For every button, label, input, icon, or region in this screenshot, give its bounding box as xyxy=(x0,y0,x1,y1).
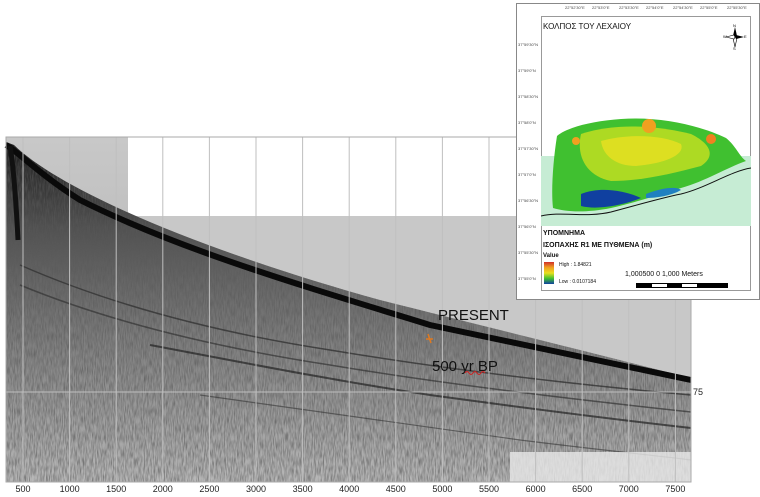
x-tick-label: 5500 xyxy=(479,484,499,494)
map-lat-label: 37°57'30"N xyxy=(518,146,539,151)
north-arrow-icon: N S W E xyxy=(723,24,747,50)
map-lat-label: 37°59'30"N xyxy=(518,42,539,47)
annotation-present: PRESENT xyxy=(438,307,509,324)
right-axis-label: 75 xyxy=(693,387,703,397)
legend-color-ramp xyxy=(544,262,554,284)
x-tick-label: 6000 xyxy=(526,484,546,494)
x-tick-label: 500 xyxy=(15,484,30,494)
isopach-peak-3 xyxy=(572,137,580,145)
map-lat-label: 37°58'0"N xyxy=(518,120,536,125)
map-lat-label: 37°59'0"N xyxy=(518,68,536,73)
map-lat-label: 37°56'0"N xyxy=(518,224,536,229)
x-tick-label: 3500 xyxy=(293,484,313,494)
map-lon-label: 22°55'0"E xyxy=(700,5,718,10)
legend-high: High : 1.84821 xyxy=(559,262,592,268)
x-tick-label: 1500 xyxy=(106,484,126,494)
compass-n: N xyxy=(733,24,736,28)
legend-layer-name: ΙΣΟΠΑΧΗΣ R1 ΜΕ ΠΥΘΜΕΝΑ (m) xyxy=(543,242,653,249)
map-lon-label: 22°52'30"E xyxy=(565,5,585,10)
map-lon-label: 22°54'30"E xyxy=(673,5,693,10)
x-tick-label: 7500 xyxy=(665,484,685,494)
isopach-peak-2 xyxy=(706,134,716,144)
map-lat-label: 37°58'30"N xyxy=(518,94,539,99)
legend-title: ΥΠΟΜΝΗΜΑ xyxy=(543,230,585,237)
scale-bar-labels: 1,000500 0 1,000 Meters xyxy=(625,271,703,278)
map-lat-label: 37°57'0"N xyxy=(518,172,536,177)
map-title: ΚΟΛΠΟΣ ΤΟΥ ΛΕΧΑΙΟΥ xyxy=(543,22,632,31)
map-graphic xyxy=(541,118,751,226)
compass-s: S xyxy=(733,46,736,50)
map-lon-label: 22°53'0"E xyxy=(592,5,610,10)
profile-lower-band xyxy=(510,452,691,482)
x-axis: 500 1000 1500 2000 2500 3000 3500 4000 4500 5000 5… xyxy=(15,484,685,494)
isopach-peak-1 xyxy=(642,119,656,133)
map-lat-label: 37°55'0"N xyxy=(518,276,536,281)
scale-bar xyxy=(636,283,728,288)
map-lat-label: 37°56'30"N xyxy=(518,198,539,203)
map-lat-label: 37°55'30"N xyxy=(518,250,539,255)
x-tick-label: 7000 xyxy=(619,484,639,494)
legend-low: Low : 0.0107184 xyxy=(559,279,596,285)
x-tick-label: 2500 xyxy=(199,484,219,494)
x-tick-label: 5000 xyxy=(432,484,452,494)
x-tick-label: 1000 xyxy=(60,484,80,494)
map-lon-label: 22°53'30"E xyxy=(619,5,639,10)
map-lon-label: 22°54'0"E xyxy=(646,5,664,10)
compass-e: E xyxy=(744,34,747,39)
x-tick-label: 4500 xyxy=(386,484,406,494)
x-tick-label: 2000 xyxy=(153,484,173,494)
legend-value-label: Value xyxy=(543,253,559,259)
x-tick-label: 3000 xyxy=(246,484,266,494)
compass-w: W xyxy=(723,34,727,39)
x-tick-label: 6500 xyxy=(572,484,592,494)
map-inset: 22°52'30"E 22°53'0"E 22°53'30"E 22°54'0"E 22… xyxy=(516,3,760,300)
map-lon-label: 22°55'30"E xyxy=(727,5,747,10)
x-tick-label: 4000 xyxy=(339,484,359,494)
